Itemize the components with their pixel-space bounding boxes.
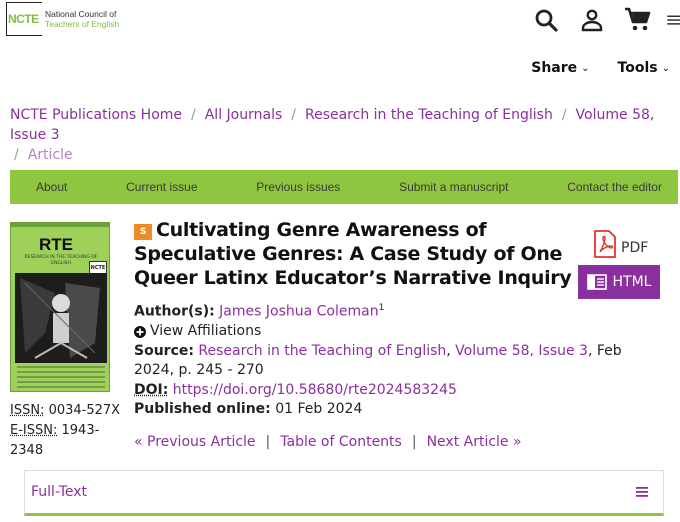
source-row: Source: Research in the Teaching of Engl… xyxy=(134,342,622,379)
nav-contact-editor[interactable]: Contact the editor xyxy=(567,180,662,194)
share-menu[interactable]: Share ⌄ xyxy=(531,60,589,76)
full-text-section-header[interactable]: Full-Text xyxy=(24,470,664,516)
hamburger-menu-icon[interactable] xyxy=(666,6,680,34)
pager-divider: | xyxy=(411,434,417,450)
published-date: 01 Feb 2024 xyxy=(275,401,363,418)
account-icon[interactable] xyxy=(578,6,606,34)
published-row: Published online: 01 Feb 2024 xyxy=(134,400,664,420)
breadcrumb-separator: / xyxy=(14,147,19,163)
article-meta: Author(s): James Joshua Coleman1 View Af… xyxy=(134,299,664,420)
chevron-down-icon: ⌄ xyxy=(661,62,670,74)
html-label: HTML xyxy=(612,274,652,290)
logo-mark-text: NCTE xyxy=(8,12,39,26)
breadcrumb-journal[interactable]: Research in the Teaching of English xyxy=(305,107,553,123)
logo-line-2: Teachers of English xyxy=(45,19,120,29)
chevron-down-icon: ⌄ xyxy=(581,62,590,74)
view-affiliations-label: View Affiliations xyxy=(150,323,262,340)
authors-label: Author(s): xyxy=(134,303,215,320)
nav-previous-issues[interactable]: Previous issues xyxy=(256,180,340,194)
pdf-button[interactable]: PDF xyxy=(593,230,648,258)
pager-divider: | xyxy=(265,434,271,450)
doi-link[interactable]: https://doi.org/10.58680/rte2024583245 xyxy=(173,382,457,398)
cover-band xyxy=(11,223,109,227)
cover-title: RTE xyxy=(39,235,73,254)
journal-nav: About Current issue Previous issues Subm… xyxy=(10,170,678,204)
previous-article-link[interactable]: « Previous Article xyxy=(134,434,256,450)
nav-submit-manuscript[interactable]: Submit a manuscript xyxy=(399,180,508,194)
full-text-label: Full-Text xyxy=(31,484,88,500)
logo-mark: NCTE xyxy=(6,2,42,36)
tools-menu[interactable]: Tools ⌄ xyxy=(618,60,670,76)
breadcrumb-separator: / xyxy=(191,107,196,123)
html-icon xyxy=(586,274,607,290)
logo-wordmark: National Council of Teachers of English xyxy=(45,9,119,29)
html-button[interactable]: HTML xyxy=(578,265,660,299)
journal-cover-image[interactable]: RTE RESEARCH IN THE TEACHING OF ENGLISH … xyxy=(10,222,110,392)
view-affiliations[interactable]: View Affiliations xyxy=(134,322,664,342)
article-title-text: Cultivating Genre Awareness of Speculati… xyxy=(134,219,572,289)
nav-current-issue[interactable]: Current issue xyxy=(126,180,197,194)
pdf-icon xyxy=(594,230,616,258)
article-title: S Cultivating Genre Awareness of Speculat… xyxy=(134,218,574,290)
source-label: Source: xyxy=(134,342,194,359)
next-article-link[interactable]: Next Article » xyxy=(427,434,522,450)
author-link[interactable]: James Joshua Coleman xyxy=(219,304,378,320)
source-issue-link[interactable]: Volume 58, Issue 3 xyxy=(455,343,588,359)
doi-label: DOI: xyxy=(134,381,169,398)
cover-artwork xyxy=(15,273,107,363)
article-header: S Cultivating Genre Awareness of Speculat… xyxy=(134,218,574,290)
list-menu-icon[interactable] xyxy=(635,486,649,498)
breadcrumb-current: Article xyxy=(27,147,73,163)
breadcrumb-all-journals[interactable]: All Journals xyxy=(205,107,283,123)
search-icon[interactable] xyxy=(532,6,560,34)
breadcrumb-publications-home[interactable]: NCTE Publications Home xyxy=(10,107,182,123)
plus-circle-icon xyxy=(134,325,146,338)
tools-label: Tools xyxy=(617,60,658,76)
breadcrumb-separator: / xyxy=(561,107,567,123)
issn-label: ISSN: xyxy=(10,403,45,418)
breadcrumb-separator: / xyxy=(291,107,296,123)
issn-value: 0034-527X xyxy=(48,403,121,418)
logo-line-1: National Council of xyxy=(45,9,117,19)
eissn-label: E-ISSN: xyxy=(10,423,58,438)
author-affiliation-sup: 1 xyxy=(378,303,385,313)
share-label: Share xyxy=(531,60,578,76)
cover-text-lines xyxy=(17,366,105,391)
published-label: Published online: xyxy=(134,401,271,418)
authors-row: Author(s): James Joshua Coleman1 xyxy=(134,299,664,322)
ncte-logo[interactable]: NCTE National Council of Teachers of Eng… xyxy=(6,2,119,36)
pdf-label: PDF xyxy=(621,240,649,256)
nav-about[interactable]: About xyxy=(36,180,67,194)
source-journal-link[interactable]: Research in the Teaching of English xyxy=(198,343,446,359)
action-menus: Share ⌄ Tools ⌄ xyxy=(503,60,670,76)
subscription-badge: S xyxy=(134,224,152,240)
table-of-contents-link[interactable]: Table of Contents xyxy=(280,434,402,450)
breadcrumb: NCTE Publications Home / All Journals / Rese… xyxy=(10,105,670,165)
doi-row: DOI: https://doi.org/10.58680/rte2024583… xyxy=(134,381,664,401)
site-header: NCTE National Council of Teachers of Eng… xyxy=(0,0,680,40)
cart-icon[interactable] xyxy=(624,6,652,34)
article-pager: « Previous Article | Table of Contents | Nex… xyxy=(134,434,522,450)
issn-block: ISSN: 0034-527X E-ISSN: 1943-2348 xyxy=(10,401,122,461)
